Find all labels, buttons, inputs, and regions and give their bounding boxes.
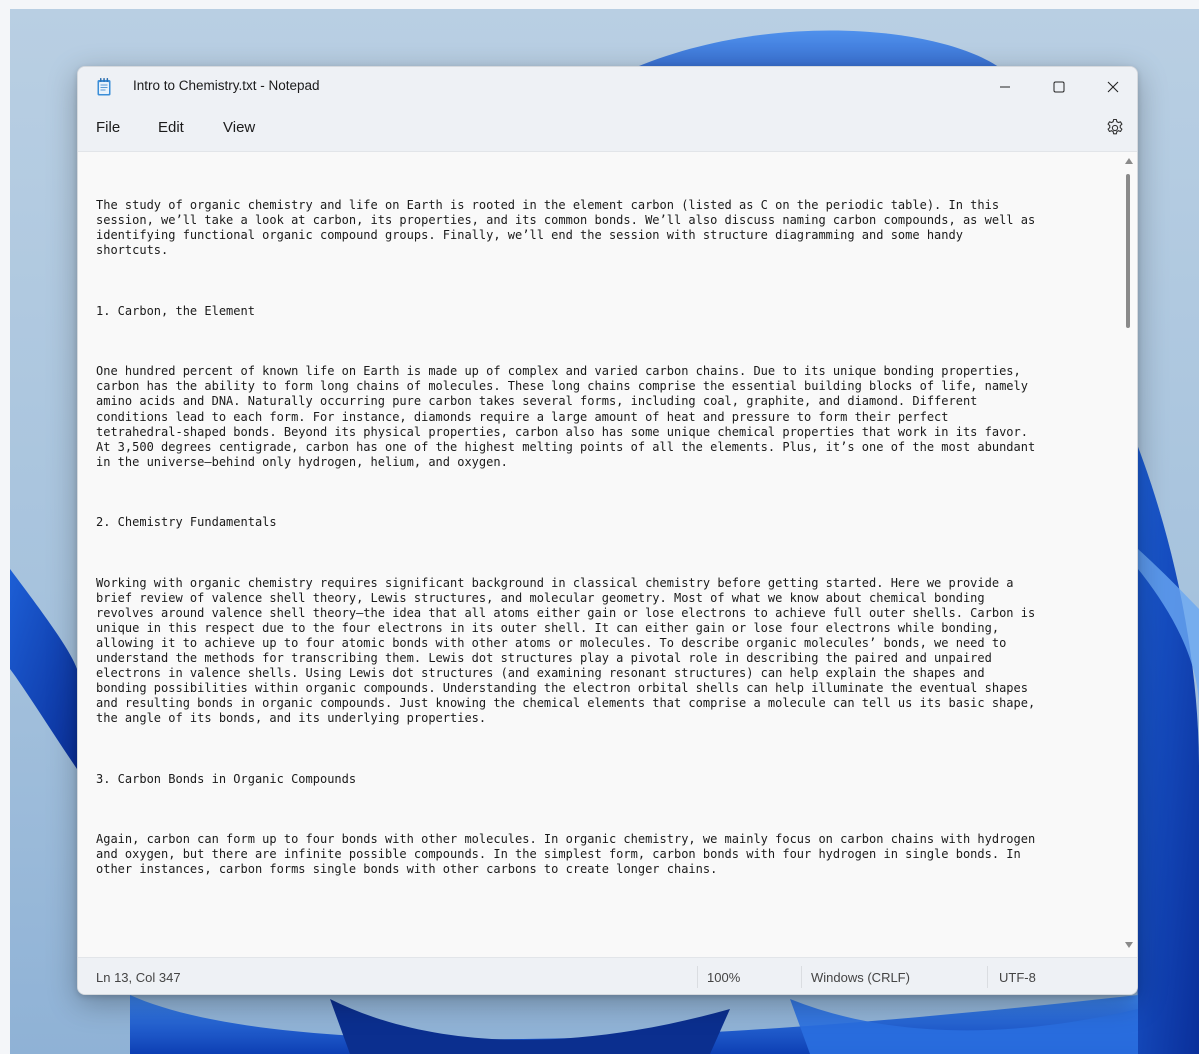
window-title: Intro to Chemistry.txt - Notepad bbox=[133, 78, 320, 93]
minimize-button[interactable] bbox=[982, 67, 1028, 107]
cursor-position: Ln 13, Col 347 bbox=[96, 970, 181, 985]
text-editor[interactable]: The study of organic chemistry and life … bbox=[78, 151, 1137, 957]
encoding[interactable]: UTF-8 bbox=[999, 970, 1036, 985]
status-divider bbox=[987, 966, 988, 988]
maximize-icon bbox=[1053, 81, 1065, 93]
close-button[interactable] bbox=[1090, 67, 1136, 107]
paragraph-carbon-element: One hundred percent of known life on Ear… bbox=[96, 364, 1036, 469]
status-divider bbox=[801, 966, 802, 988]
document-text[interactable]: The study of organic chemistry and life … bbox=[96, 168, 1116, 923]
paragraph-carbon-bonds: Again, carbon can form up to four bonds … bbox=[96, 832, 1036, 877]
heading-carbon-element: 1. Carbon, the Element bbox=[96, 303, 255, 318]
notepad-icon bbox=[97, 78, 111, 96]
paragraph-intro: The study of organic chemistry and life … bbox=[96, 198, 1036, 258]
menu-bar: File Edit View bbox=[78, 107, 1137, 151]
status-divider bbox=[697, 966, 698, 988]
status-bar: Ln 13, Col 347 100% Windows (CRLF) UTF-8 bbox=[78, 957, 1137, 994]
close-icon bbox=[1107, 81, 1119, 93]
paragraph-chemistry-fundamentals: Working with organic chemistry requires … bbox=[96, 575, 1036, 726]
menu-view[interactable]: View bbox=[223, 119, 255, 136]
menu-file[interactable]: File bbox=[96, 119, 120, 136]
minimize-icon bbox=[1000, 86, 1010, 88]
heading-chemistry-fundamentals: 2. Chemistry Fundamentals bbox=[96, 515, 277, 530]
zoom-level[interactable]: 100% bbox=[707, 970, 740, 985]
scrollbar-thumb[interactable] bbox=[1126, 174, 1130, 328]
heading-carbon-bonds: 3. Carbon Bonds in Organic Compounds bbox=[96, 771, 357, 786]
vertical-scrollbar[interactable] bbox=[1122, 151, 1136, 957]
menu-edit[interactable]: Edit bbox=[158, 119, 184, 136]
scroll-up-icon[interactable] bbox=[1124, 157, 1134, 165]
notepad-window: Intro to Chemistry.txt - Notepad File Ed… bbox=[77, 66, 1138, 995]
gear-icon[interactable] bbox=[1105, 118, 1125, 138]
maximize-button[interactable] bbox=[1036, 67, 1082, 107]
line-ending[interactable]: Windows (CRLF) bbox=[811, 970, 910, 985]
title-bar[interactable]: Intro to Chemistry.txt - Notepad bbox=[78, 67, 1137, 107]
scroll-down-icon[interactable] bbox=[1124, 941, 1134, 949]
